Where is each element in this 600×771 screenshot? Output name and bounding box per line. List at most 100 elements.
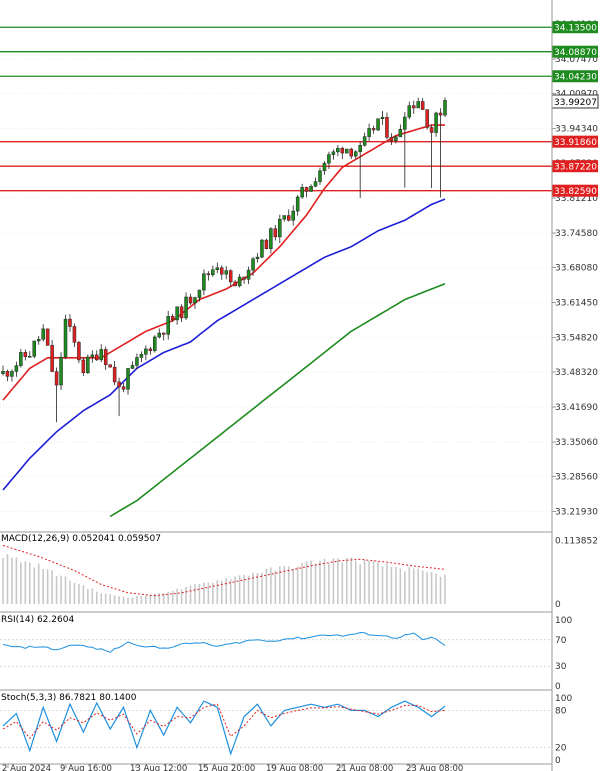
candle-body bbox=[318, 170, 322, 182]
candle-body bbox=[331, 151, 336, 155]
level-tag-label: 33.82590 bbox=[554, 187, 597, 197]
stoch-tick-label: 20 bbox=[555, 744, 567, 754]
candle-body bbox=[327, 154, 331, 164]
candle-body bbox=[157, 332, 162, 338]
price-tick-label: 33.48320 bbox=[555, 368, 598, 378]
candle-body bbox=[36, 339, 41, 342]
candle-body bbox=[345, 148, 349, 154]
candle-body bbox=[336, 147, 340, 153]
price-tick-label: 33.54820 bbox=[555, 334, 598, 344]
candle-body bbox=[32, 340, 37, 357]
candle-body bbox=[411, 105, 416, 109]
level-tag-label: 34.13500 bbox=[554, 24, 597, 34]
chart-background bbox=[0, 0, 600, 771]
candle-body bbox=[72, 326, 77, 343]
candle-body bbox=[367, 128, 371, 137]
candle-body bbox=[28, 356, 32, 358]
candle-body bbox=[260, 239, 264, 258]
stoch-tick-label: 80 bbox=[555, 706, 567, 716]
candle-body bbox=[41, 328, 45, 340]
candle-body bbox=[202, 273, 206, 291]
time-tick-label: 2 Aug 2024 bbox=[2, 764, 51, 771]
candle-body bbox=[211, 269, 215, 276]
candle-body bbox=[389, 137, 394, 142]
time-tick-label: 13 Aug 12:00 bbox=[130, 764, 187, 771]
candle-body bbox=[90, 354, 95, 358]
candle-body bbox=[313, 181, 318, 187]
price-tick-label: 33.74580 bbox=[555, 229, 598, 239]
last-price-value: 33.99207 bbox=[554, 98, 597, 108]
candle-body bbox=[117, 381, 121, 387]
level-tag-label: 33.87220 bbox=[554, 163, 597, 173]
time-tick-label: 23 Aug 08:00 bbox=[406, 764, 463, 771]
candle-body bbox=[420, 101, 425, 110]
candle-body bbox=[86, 356, 90, 374]
candle-body bbox=[282, 215, 287, 220]
candle-body bbox=[295, 196, 300, 212]
candle-body bbox=[161, 332, 166, 335]
candle-body bbox=[264, 239, 269, 249]
price-tick-label: 33.61450 bbox=[555, 298, 598, 308]
candle-body bbox=[246, 269, 251, 280]
candle-body bbox=[45, 328, 50, 346]
price-tick-label: 33.28560 bbox=[555, 472, 598, 482]
candle-body bbox=[59, 356, 63, 386]
candle-body bbox=[188, 296, 193, 304]
candle-body bbox=[309, 186, 313, 192]
candle-body bbox=[184, 296, 188, 319]
rsi-tick-label: 0 bbox=[555, 682, 561, 692]
candle-body bbox=[135, 357, 139, 366]
candle-body bbox=[130, 365, 135, 369]
level-tag-label: 33.91860 bbox=[554, 138, 597, 148]
candle-body bbox=[438, 112, 443, 116]
candle-body bbox=[385, 117, 389, 138]
candle-body bbox=[166, 316, 170, 335]
candle-body bbox=[63, 318, 68, 358]
candle-body bbox=[376, 118, 380, 131]
candle-body bbox=[193, 297, 197, 304]
candle-body bbox=[139, 354, 144, 358]
candle-body bbox=[394, 136, 398, 142]
candle-body bbox=[304, 187, 309, 192]
candle-body bbox=[255, 256, 260, 259]
candle-body bbox=[429, 127, 434, 133]
candle-body bbox=[300, 187, 304, 198]
candle-body bbox=[81, 359, 86, 374]
candle-body bbox=[10, 371, 14, 377]
candle-body bbox=[54, 371, 59, 386]
level-tag-label: 34.04230 bbox=[554, 73, 597, 83]
candle-body bbox=[197, 289, 202, 298]
candle-body bbox=[362, 136, 367, 146]
candle-body bbox=[77, 342, 81, 361]
candle-body bbox=[286, 215, 291, 221]
candle-body bbox=[68, 318, 72, 327]
candle-body bbox=[126, 368, 130, 390]
price-tick-label: 33.68080 bbox=[555, 263, 598, 273]
time-tick-label: 19 Aug 08:00 bbox=[266, 764, 323, 771]
candle-body bbox=[175, 306, 179, 321]
time-tick-label: 15 Aug 20:00 bbox=[198, 764, 255, 771]
candle-body bbox=[1, 371, 5, 374]
candle-body bbox=[95, 354, 99, 361]
candle-body bbox=[220, 267, 224, 275]
candle-body bbox=[322, 162, 327, 172]
candle-body bbox=[14, 365, 19, 372]
price-tick-label: 33.35060 bbox=[555, 438, 598, 448]
last-price-tag: 33.99207 bbox=[551, 94, 599, 109]
stoch-tick-label: 100 bbox=[555, 694, 572, 704]
macd-tick-label: 0.113852 bbox=[555, 536, 598, 546]
candle-body bbox=[5, 371, 10, 377]
candle-body bbox=[269, 228, 273, 249]
candle-body bbox=[108, 364, 112, 368]
rsi-tick-label: 30 bbox=[555, 662, 567, 672]
candle-body bbox=[353, 151, 358, 157]
candle-body bbox=[242, 276, 246, 280]
candle-body bbox=[273, 228, 278, 238]
stoch-tick-label: 0 bbox=[555, 756, 561, 766]
candle-body bbox=[148, 348, 153, 351]
candle-body bbox=[340, 147, 345, 154]
candle-body bbox=[416, 101, 420, 109]
candle-body bbox=[425, 109, 429, 128]
candle-body bbox=[407, 105, 412, 118]
rsi-tick-label: 100 bbox=[555, 616, 572, 626]
